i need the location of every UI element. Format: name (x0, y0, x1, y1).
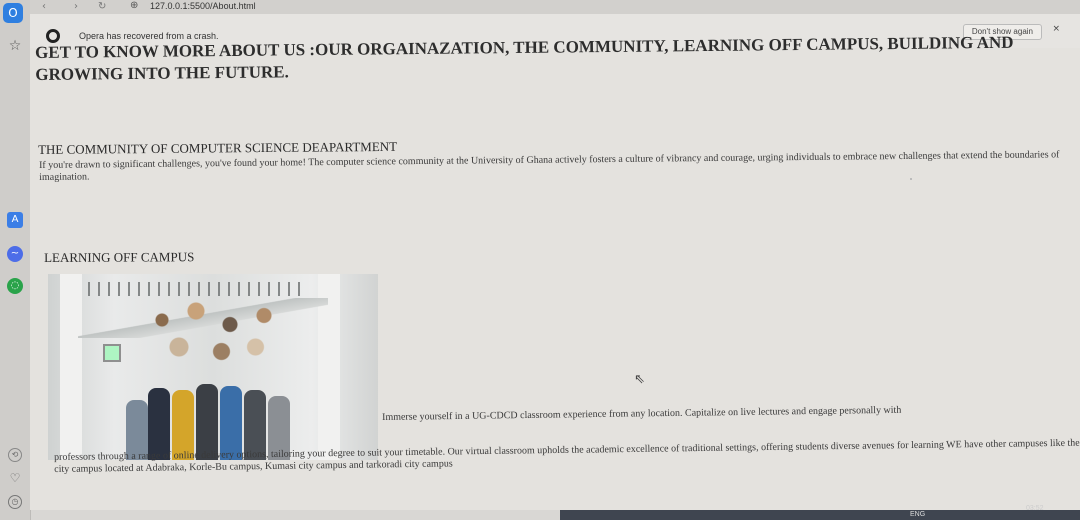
learning-paragraph-part1: Immerse yourself in a UG-CDCD classroom … (382, 404, 902, 423)
group-photo (48, 274, 378, 460)
page-content: GET TO KNOW MORE ABOUT US :OUR ORGAINAZA… (30, 33, 1080, 510)
community-heading: THE COMMUNITY OF COMPUTER SCIENCE DEAPAR… (38, 138, 398, 157)
reload-icon[interactable]: ↻ (98, 1, 106, 12)
opera-logo-icon[interactable]: O (3, 3, 23, 23)
learning-heading: LEARNING OFF CAMPUS (44, 249, 195, 265)
mouse-cursor-icon: ⇖ (634, 372, 645, 387)
address-bar: ‹ › ↻ ⊕ 127.0.0.1:5500/About.html (30, 0, 1080, 15)
forward-icon[interactable]: › (74, 1, 78, 12)
os-taskbar: ENG 03:52 (560, 505, 1080, 520)
url-field[interactable]: 127.0.0.1:5500/About.html (150, 1, 256, 11)
whatsapp-icon[interactable]: ◌ (7, 278, 23, 294)
page-title: GET TO KNOW MORE ABOUT US :OUR ORGAINAZA… (35, 32, 1014, 84)
clock-icon[interactable]: ◷ (8, 495, 22, 509)
opera-sidebar: O ☆ A ~ ◌ ⟲ ♡ ◷ (0, 0, 31, 520)
speck (910, 178, 912, 180)
back-icon[interactable]: ‹ (42, 1, 46, 12)
clock[interactable]: 03:52 (1026, 505, 1044, 512)
history-icon[interactable]: ⟲ (8, 448, 22, 462)
close-icon[interactable]: × (1052, 24, 1060, 34)
heart-icon[interactable]: ♡ (7, 470, 23, 486)
aria-icon[interactable]: A (7, 212, 23, 228)
star-icon[interactable]: ☆ (7, 38, 23, 54)
globe-icon: ⊕ (130, 0, 139, 11)
messenger-icon[interactable]: ~ (7, 246, 23, 262)
language-indicator[interactable]: ENG (910, 511, 925, 518)
